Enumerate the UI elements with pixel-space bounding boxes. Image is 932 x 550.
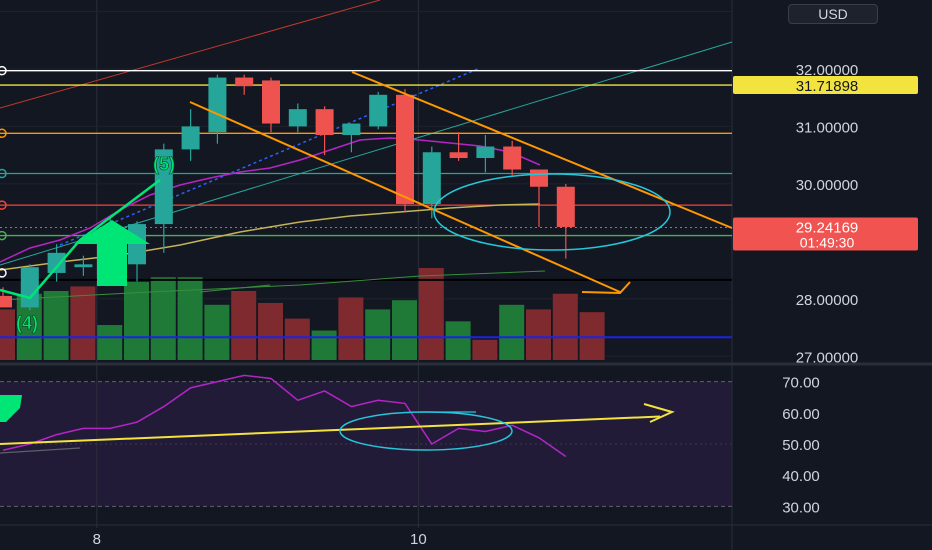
volume-bar bbox=[445, 321, 471, 360]
candle-body bbox=[128, 224, 146, 265]
candle-body bbox=[369, 94, 388, 127]
wave-label-4: (4) bbox=[16, 313, 38, 333]
rsi-axis-tick: 40.00 bbox=[782, 468, 820, 485]
countdown-label: 01:49:30 bbox=[800, 234, 855, 250]
candle-body bbox=[342, 123, 361, 136]
rsi-axis-tick: 30.00 bbox=[782, 499, 820, 516]
candle-body bbox=[208, 77, 227, 133]
candle-body bbox=[422, 152, 441, 204]
candle-body bbox=[235, 77, 254, 87]
volume-bar bbox=[204, 304, 230, 360]
volume-bar bbox=[365, 309, 391, 360]
trading-chart[interactable]: (5)(4)3332.0000031.0000030.0000028.00000… bbox=[0, 0, 932, 550]
candle-body bbox=[315, 109, 334, 136]
candle-body bbox=[288, 109, 307, 127]
volume-bar bbox=[150, 277, 176, 360]
candle-body bbox=[0, 295, 12, 308]
rsi-axis-tick: 60.00 bbox=[782, 406, 820, 423]
volume-bar bbox=[579, 312, 605, 360]
volume-bar bbox=[231, 291, 257, 360]
volume-bar bbox=[472, 339, 498, 360]
volume-bar bbox=[552, 293, 578, 360]
candle-body bbox=[449, 152, 468, 159]
candle-body bbox=[262, 80, 280, 124]
candle-body bbox=[476, 146, 495, 159]
volume-bar bbox=[499, 304, 525, 360]
price-axis-tick: 31.00000 bbox=[796, 119, 859, 136]
volume-bar bbox=[70, 286, 96, 360]
rsi-axis-tick: 50.00 bbox=[782, 437, 820, 454]
currency-button[interactable]: USD bbox=[788, 4, 878, 24]
wave-label-5: (5) bbox=[153, 154, 175, 174]
level-price-label: 31.71898 bbox=[796, 78, 859, 95]
volume-bar bbox=[0, 309, 15, 360]
price-axis-tick: 30.00000 bbox=[796, 177, 859, 194]
time-axis-tick: 8 bbox=[93, 531, 101, 548]
candle-body bbox=[396, 94, 414, 204]
candle-body bbox=[74, 264, 93, 268]
volume-bar bbox=[392, 300, 417, 360]
volume-bar bbox=[284, 318, 310, 360]
volume-bar bbox=[311, 330, 337, 360]
price-axis-tick: 28.00000 bbox=[796, 292, 859, 309]
candle-body bbox=[556, 186, 575, 227]
time-axis-tick: 10 bbox=[410, 531, 427, 548]
price-axis-tick: 27.00000 bbox=[796, 349, 859, 366]
volume-bar bbox=[338, 297, 364, 360]
candle-body bbox=[20, 267, 39, 308]
candle-body bbox=[530, 169, 548, 187]
volume-bar bbox=[526, 309, 551, 360]
volume-bar bbox=[418, 268, 444, 360]
candle-body bbox=[503, 146, 522, 170]
volume-bar bbox=[97, 325, 123, 360]
candle-body bbox=[47, 252, 66, 273]
volume-bar bbox=[258, 302, 283, 360]
volume-bar bbox=[43, 291, 69, 360]
candle-body bbox=[181, 126, 200, 150]
rsi-axis-tick: 70.00 bbox=[782, 375, 820, 392]
